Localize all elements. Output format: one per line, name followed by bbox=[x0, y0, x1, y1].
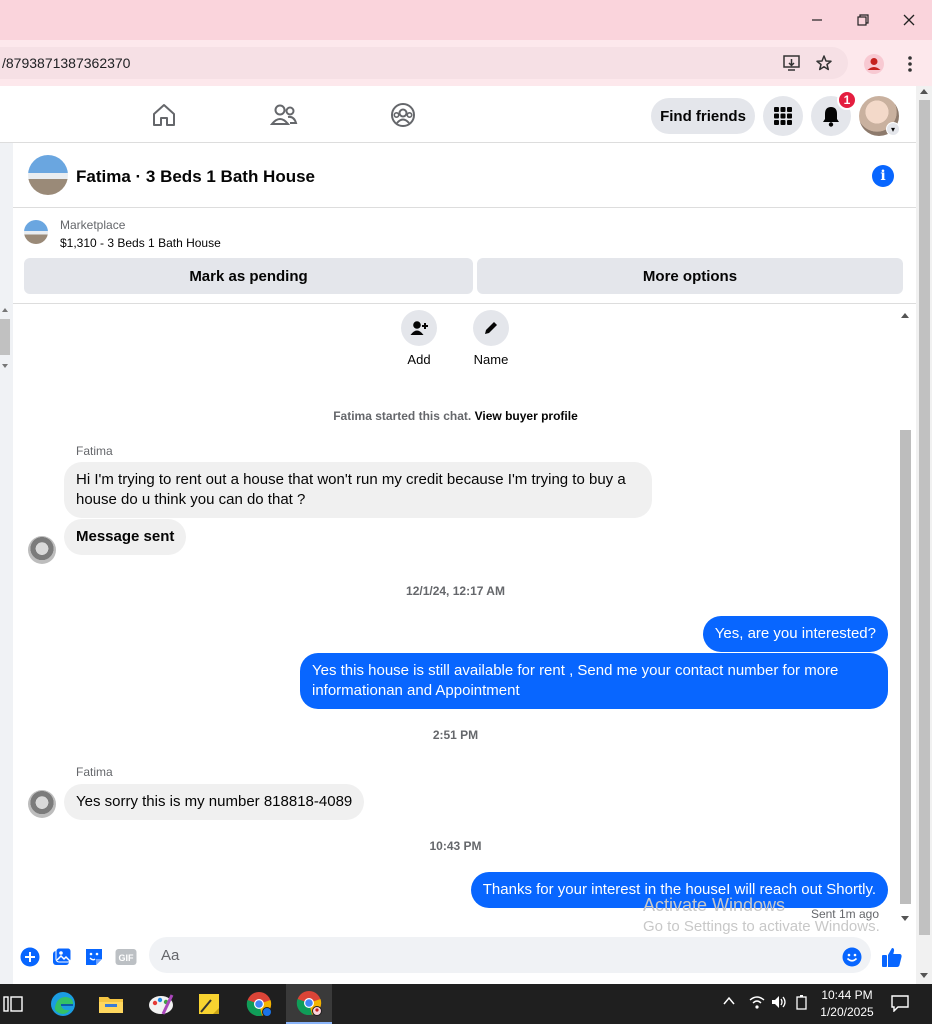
marketplace-label: Marketplace bbox=[60, 218, 126, 232]
volume-icon[interactable] bbox=[770, 994, 788, 1013]
close-icon bbox=[903, 14, 915, 26]
chrome-profile-app-icon[interactable] bbox=[286, 984, 332, 1024]
gif-icon[interactable]: GIF bbox=[115, 946, 137, 968]
chevron-down-icon[interactable]: ▾ bbox=[886, 122, 900, 136]
listing-thumbnail[interactable] bbox=[28, 155, 68, 195]
add-person-icon bbox=[401, 310, 437, 346]
sender-name: Fatima bbox=[76, 765, 113, 779]
photo-icon[interactable] bbox=[51, 946, 73, 968]
notification-badge: 1 bbox=[837, 90, 857, 110]
task-view-icon[interactable] bbox=[0, 984, 36, 1024]
system-clock[interactable]: 10:44 PM 1/20/2025 bbox=[812, 987, 882, 1021]
windows-taskbar: 10:44 PM 1/20/2025 bbox=[0, 984, 932, 1024]
timestamp: 2:51 PM bbox=[432, 728, 479, 742]
timestamp: 10:43 PM bbox=[429, 839, 482, 853]
timestamp: 12/1/24, 12:17 AM bbox=[406, 584, 505, 598]
message-composer: GIF bbox=[13, 934, 916, 984]
chrome-app-icon[interactable] bbox=[236, 984, 282, 1024]
notification-center-icon[interactable] bbox=[890, 994, 910, 1015]
marketplace-listing-bar: Marketplace $1,310 - 3 Beds 1 Bath House… bbox=[13, 208, 916, 304]
facebook-top-nav: Find friends 1 ▾ bbox=[0, 86, 932, 143]
plus-circle-icon[interactable] bbox=[19, 946, 41, 968]
url-text[interactable]: /8793871387362370 bbox=[2, 55, 130, 71]
paint-icon[interactable] bbox=[138, 984, 184, 1024]
minimize-icon bbox=[812, 19, 822, 21]
browser-title-bar bbox=[0, 0, 932, 40]
quick-action-add-label: Add bbox=[407, 352, 431, 367]
friends-icon[interactable] bbox=[269, 100, 299, 130]
sender-avatar[interactable] bbox=[28, 536, 56, 564]
install-app-icon[interactable] bbox=[781, 53, 803, 73]
chat-title[interactable]: Fatima · 3 Beds 1 Bath House bbox=[76, 167, 315, 187]
listing-price-title[interactable]: $1,310 - 3 Beds 1 Bath House bbox=[60, 236, 221, 250]
edge-browser-icon[interactable] bbox=[40, 984, 86, 1024]
incoming-message[interactable]: Hi I'm trying to rent out a house that w… bbox=[64, 462, 652, 518]
omnibox[interactable]: /8793871387362370 bbox=[0, 47, 848, 79]
grid-menu-icon bbox=[774, 107, 792, 125]
address-bar-row: /8793871387362370 bbox=[0, 40, 932, 86]
outgoing-message[interactable]: Yes this house is still available for re… bbox=[300, 653, 888, 709]
thumbs-up-icon[interactable] bbox=[881, 946, 903, 968]
chat-started-text: Fatima started this chat. bbox=[333, 409, 472, 423]
close-window-button[interactable] bbox=[894, 6, 924, 34]
more-options-button[interactable]: More options bbox=[477, 258, 903, 294]
groups-icon[interactable] bbox=[388, 100, 418, 130]
restore-button[interactable] bbox=[848, 6, 878, 34]
listing-small-thumbnail[interactable] bbox=[24, 220, 48, 244]
message-input[interactable] bbox=[149, 937, 871, 973]
message-thread: Add Name Fatima started this chat. View … bbox=[13, 304, 916, 934]
find-friends-button[interactable]: Find friends bbox=[651, 98, 755, 134]
chat-panel: Fatima · 3 Beds 1 Bath House i Marketpla… bbox=[13, 143, 916, 984]
profile-icon[interactable] bbox=[863, 53, 885, 75]
page-scroll-thumb[interactable] bbox=[919, 100, 930, 935]
info-icon[interactable]: i bbox=[872, 165, 894, 187]
chat-header: Fatima · 3 Beds 1 Bath House i bbox=[13, 143, 916, 208]
menu-button[interactable] bbox=[763, 96, 803, 136]
thread-scroll-thumb[interactable] bbox=[900, 430, 911, 904]
activate-windows-title: Activate Windows bbox=[643, 895, 786, 915]
file-explorer-icon[interactable] bbox=[88, 984, 134, 1024]
home-icon[interactable] bbox=[149, 100, 179, 130]
bell-icon bbox=[823, 107, 839, 127]
browser-menu-icon[interactable] bbox=[899, 53, 921, 75]
activate-windows-subtitle: Go to Settings to activate Windows. bbox=[643, 918, 880, 934]
pencil-icon bbox=[473, 310, 509, 346]
sender-avatar[interactable] bbox=[28, 790, 56, 818]
minimize-button[interactable] bbox=[802, 6, 832, 34]
wifi-icon[interactable] bbox=[748, 994, 766, 1013]
mark-as-pending-button[interactable]: Mark as pending bbox=[24, 258, 473, 294]
bookmark-star-icon[interactable] bbox=[813, 53, 835, 73]
restore-icon bbox=[857, 14, 869, 26]
sticky-notes-icon[interactable] bbox=[186, 984, 232, 1024]
chat-started-note: Fatima started this chat. View buyer pro… bbox=[13, 409, 898, 423]
clock-time: 10:44 PM bbox=[821, 988, 873, 1002]
outgoing-message[interactable]: Yes, are you interested? bbox=[702, 616, 888, 652]
emoji-icon[interactable] bbox=[841, 946, 863, 968]
quick-action-name[interactable]: Name bbox=[456, 310, 526, 367]
battery-icon[interactable] bbox=[795, 994, 809, 1013]
sender-name: Fatima bbox=[76, 444, 113, 458]
quick-action-name-label: Name bbox=[473, 352, 509, 367]
incoming-message[interactable]: Yes sorry this is my number 818818-4089 bbox=[64, 784, 365, 820]
quick-action-add[interactable]: Add bbox=[384, 310, 454, 367]
view-buyer-profile-link[interactable]: View buyer profile bbox=[475, 409, 578, 423]
left-scroll-indicator[interactable] bbox=[0, 307, 10, 373]
clock-date: 1/20/2025 bbox=[820, 1005, 874, 1019]
message-sent-bubble[interactable]: Message sent bbox=[64, 519, 187, 555]
sticker-icon[interactable] bbox=[83, 946, 105, 968]
chevron-up-icon[interactable] bbox=[722, 994, 736, 1011]
gif-label: GIF bbox=[119, 953, 135, 963]
